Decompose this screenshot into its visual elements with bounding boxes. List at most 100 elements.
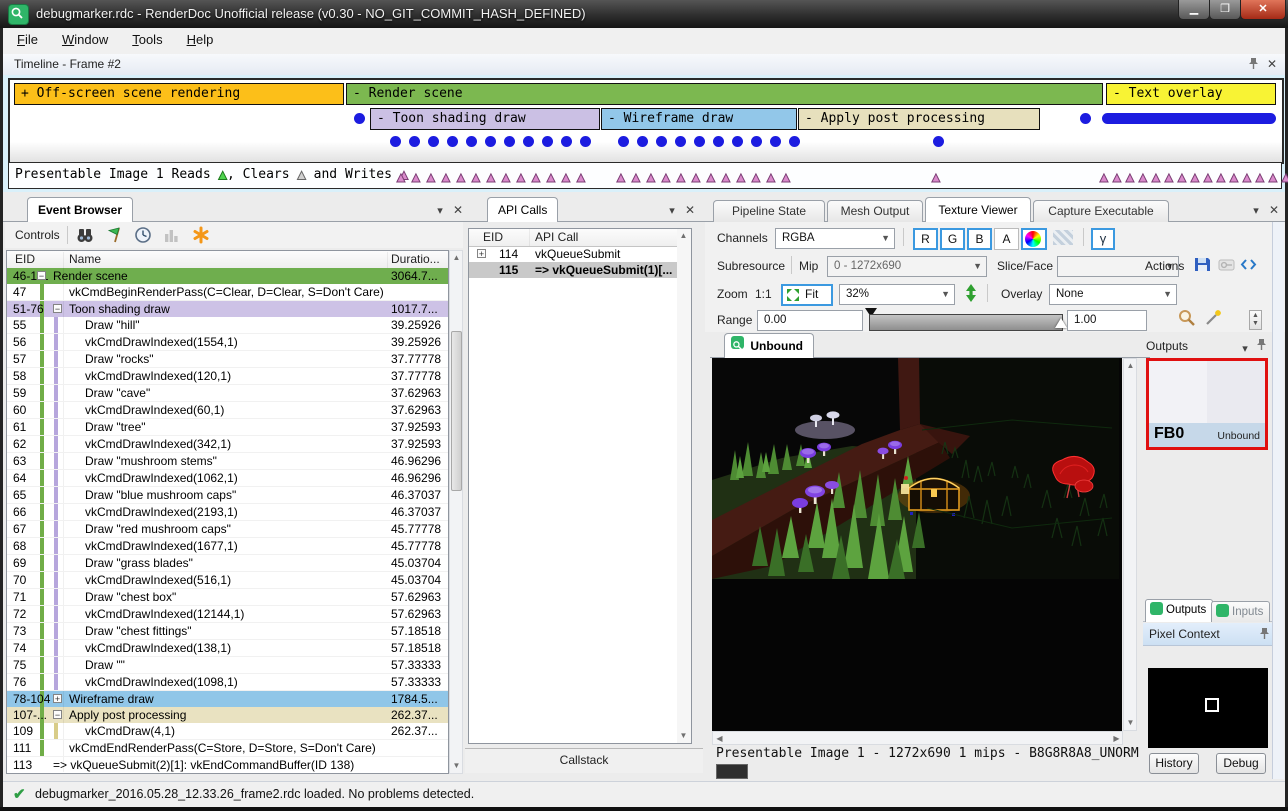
panel-menu-icon[interactable]: ▾ [433, 204, 447, 218]
event-row[interactable]: 75Draw ""57.33333 [7, 657, 448, 674]
timeline-panel-header[interactable]: Timeline - Frame #2 ✕ [3, 54, 1285, 76]
panel-menu-icon[interactable]: ▾ [665, 204, 679, 218]
timeline-marker-bar[interactable]: + Off-screen scene rendering [14, 83, 344, 105]
close-panel-icon[interactable]: ✕ [451, 203, 465, 217]
zoom-select[interactable]: 32%▼ [839, 284, 955, 305]
channel-r-toggle[interactable]: R [913, 228, 938, 250]
menu-file[interactable]: File [17, 32, 38, 47]
channel-a-toggle[interactable]: A [994, 228, 1019, 250]
event-row[interactable]: 64vkCmdDrawIndexed(1062,1)46.96296 [7, 470, 448, 487]
debug-button[interactable]: Debug [1216, 753, 1266, 774]
col-name[interactable]: Name [69, 252, 101, 266]
timeline-marker-bar[interactable]: - Toon shading draw [370, 108, 600, 130]
flip-y-icon[interactable] [963, 283, 985, 303]
event-row[interactable]: 62vkCmdDrawIndexed(342,1)37.92593 [7, 436, 448, 453]
event-row[interactable]: 74vkCmdDrawIndexed(138,1)57.18518 [7, 640, 448, 657]
menu-help[interactable]: Help [187, 32, 214, 47]
menu-window[interactable]: Window [62, 32, 108, 47]
callstack-section[interactable]: Callstack [465, 748, 703, 773]
scroll-left-icon[interactable]: ◀ [714, 733, 725, 745]
api-call-row[interactable]: +114vkQueueSubmit [469, 246, 691, 262]
pin-icon[interactable] [1254, 338, 1268, 352]
col-duration[interactable]: Duratio... [391, 252, 440, 266]
fit-button[interactable]: Fit [781, 284, 833, 306]
event-row[interactable]: 66vkCmdDrawIndexed(2193,1)46.37037 [7, 504, 448, 521]
viewport-hscrollbar[interactable]: ◀ ▶ [712, 731, 1123, 745]
output-thumbnail-fb0[interactable]: FB0 Unbound [1146, 358, 1268, 450]
scroll-up-icon[interactable]: ▲ [451, 252, 462, 264]
event-row[interactable]: 111vkCmdEndRenderPass(C=Store, D=Store, … [7, 740, 448, 757]
event-row[interactable]: 109vkCmdDraw(4,1)262.37... [7, 723, 448, 740]
texture-viewport[interactable] [712, 358, 1122, 731]
event-row[interactable]: 58vkCmdDrawIndexed(120,1)37.77778 [7, 368, 448, 385]
event-row[interactable]: 51-76−Toon shading draw1017.7... [7, 301, 448, 317]
tab-pipeline-state[interactable]: Pipeline State [713, 200, 825, 222]
event-row[interactable]: 67Draw "red mushroom caps"45.77778 [7, 521, 448, 538]
mip-select[interactable]: 0 - 1272x690▼ [827, 256, 987, 277]
event-row[interactable]: 65Draw "blue mushroom caps"46.37037 [7, 487, 448, 504]
overlay-select[interactable]: None▼ [1049, 284, 1177, 305]
event-browser-scrollbar[interactable]: ▲ ▼ [449, 250, 463, 774]
timeline-marker-bar[interactable]: - Apply post processing [798, 108, 1040, 130]
close-button[interactable]: ✕ [1240, 0, 1286, 20]
api-calls-scrollbar[interactable]: ▲ ▼ [677, 229, 691, 743]
scroll-up-icon[interactable]: ▲ [1125, 360, 1136, 372]
event-row[interactable]: 60vkCmdDrawIndexed(60,1)37.62963 [7, 402, 448, 419]
col-api-call[interactable]: API Call [535, 230, 578, 244]
minimize-button[interactable]: ▁ [1178, 0, 1210, 20]
expand-icon[interactable]: + [53, 694, 62, 703]
scroll-down-icon[interactable]: ▼ [1125, 717, 1136, 729]
timeline-marker-bar[interactable]: - Wireframe draw [601, 108, 797, 130]
close-panel-icon[interactable]: ✕ [1267, 203, 1281, 217]
range-max-field[interactable]: 1.00 [1067, 310, 1147, 331]
event-row[interactable]: 69Draw "grass blades"45.03704 [7, 555, 448, 572]
event-row[interactable]: 72vkCmdDrawIndexed(12144,1)57.62963 [7, 606, 448, 623]
find-icon[interactable] [75, 225, 97, 245]
range-wand-icon[interactable] [1203, 308, 1225, 328]
collapse-icon[interactable]: − [53, 710, 62, 719]
tab-outputs[interactable]: Outputs [1145, 599, 1213, 622]
event-row[interactable]: 63Draw "mushroom stems"46.96296 [7, 453, 448, 470]
tab-unbound-texture[interactable]: Unbound [724, 333, 814, 358]
event-row[interactable]: 61Draw "tree"37.92593 [7, 419, 448, 436]
event-row[interactable]: 59Draw "cave"37.62963 [7, 385, 448, 402]
event-row[interactable]: 73Draw "chest fittings"57.18518 [7, 623, 448, 640]
panel-menu-icon[interactable]: ▾ [1249, 204, 1263, 218]
menu-tools[interactable]: Tools [132, 32, 162, 47]
tab-mesh-output[interactable]: Mesh Output [827, 200, 923, 222]
channels-select[interactable]: RGBA▼ [775, 228, 895, 249]
scroll-down-icon[interactable]: ▼ [678, 730, 689, 742]
pin-icon[interactable] [1257, 627, 1271, 641]
collapse-icon[interactable]: − [53, 304, 62, 313]
event-row[interactable]: 57Draw "rocks"37.77778 [7, 351, 448, 368]
event-row[interactable]: 68vkCmdDrawIndexed(1677,1)45.77778 [7, 538, 448, 555]
custom-shader-wheel-icon[interactable] [1021, 228, 1047, 250]
range-min-field[interactable]: 0.00 [757, 310, 863, 331]
tab-inputs[interactable]: Inputs [1211, 601, 1270, 622]
zoom-1to1-button[interactable]: 1:1 [755, 287, 772, 301]
event-row[interactable]: 113=> vkQueueSubmit(2)[1]: vkEndCommandB… [7, 757, 448, 772]
channel-b-toggle[interactable]: B [967, 228, 992, 250]
event-row[interactable]: 46-111−Render scene3064.7... [7, 268, 448, 284]
scroll-down-icon[interactable]: ▼ [451, 760, 462, 772]
event-row[interactable]: 76vkCmdDrawIndexed(1098,1)57.33333 [7, 674, 448, 691]
open-link-icon[interactable] [1217, 255, 1239, 275]
pin-icon[interactable] [1246, 57, 1260, 71]
bookmark-asterisk-icon[interactable] [191, 225, 213, 245]
viewport-vscrollbar[interactable]: ▲ ▼ [1123, 358, 1137, 731]
event-row[interactable]: 107-...−Apply post processing262.37... [7, 707, 448, 723]
event-row[interactable]: 71Draw "chest box"57.62963 [7, 589, 448, 606]
event-row[interactable]: 55Draw "hill"39.25926 [7, 317, 448, 334]
checker-backdrop-icon[interactable] [1051, 228, 1077, 250]
scroll-right-icon[interactable]: ▶ [1111, 733, 1122, 745]
range-white-marker[interactable] [1055, 318, 1067, 328]
col-eid[interactable]: EID [15, 252, 35, 266]
tab-texture-viewer[interactable]: Texture Viewer [925, 197, 1031, 222]
goto-eid-flag-icon[interactable] [105, 225, 127, 245]
time-durations-icon[interactable] [133, 225, 155, 245]
collapse-icon[interactable]: − [37, 271, 46, 280]
maximize-button[interactable]: ❒ [1209, 0, 1241, 20]
channel-g-toggle[interactable]: G [940, 228, 965, 250]
tab-capture-executable[interactable]: Capture Executable [1033, 200, 1169, 222]
right-scroll-strip[interactable] [1272, 222, 1284, 779]
